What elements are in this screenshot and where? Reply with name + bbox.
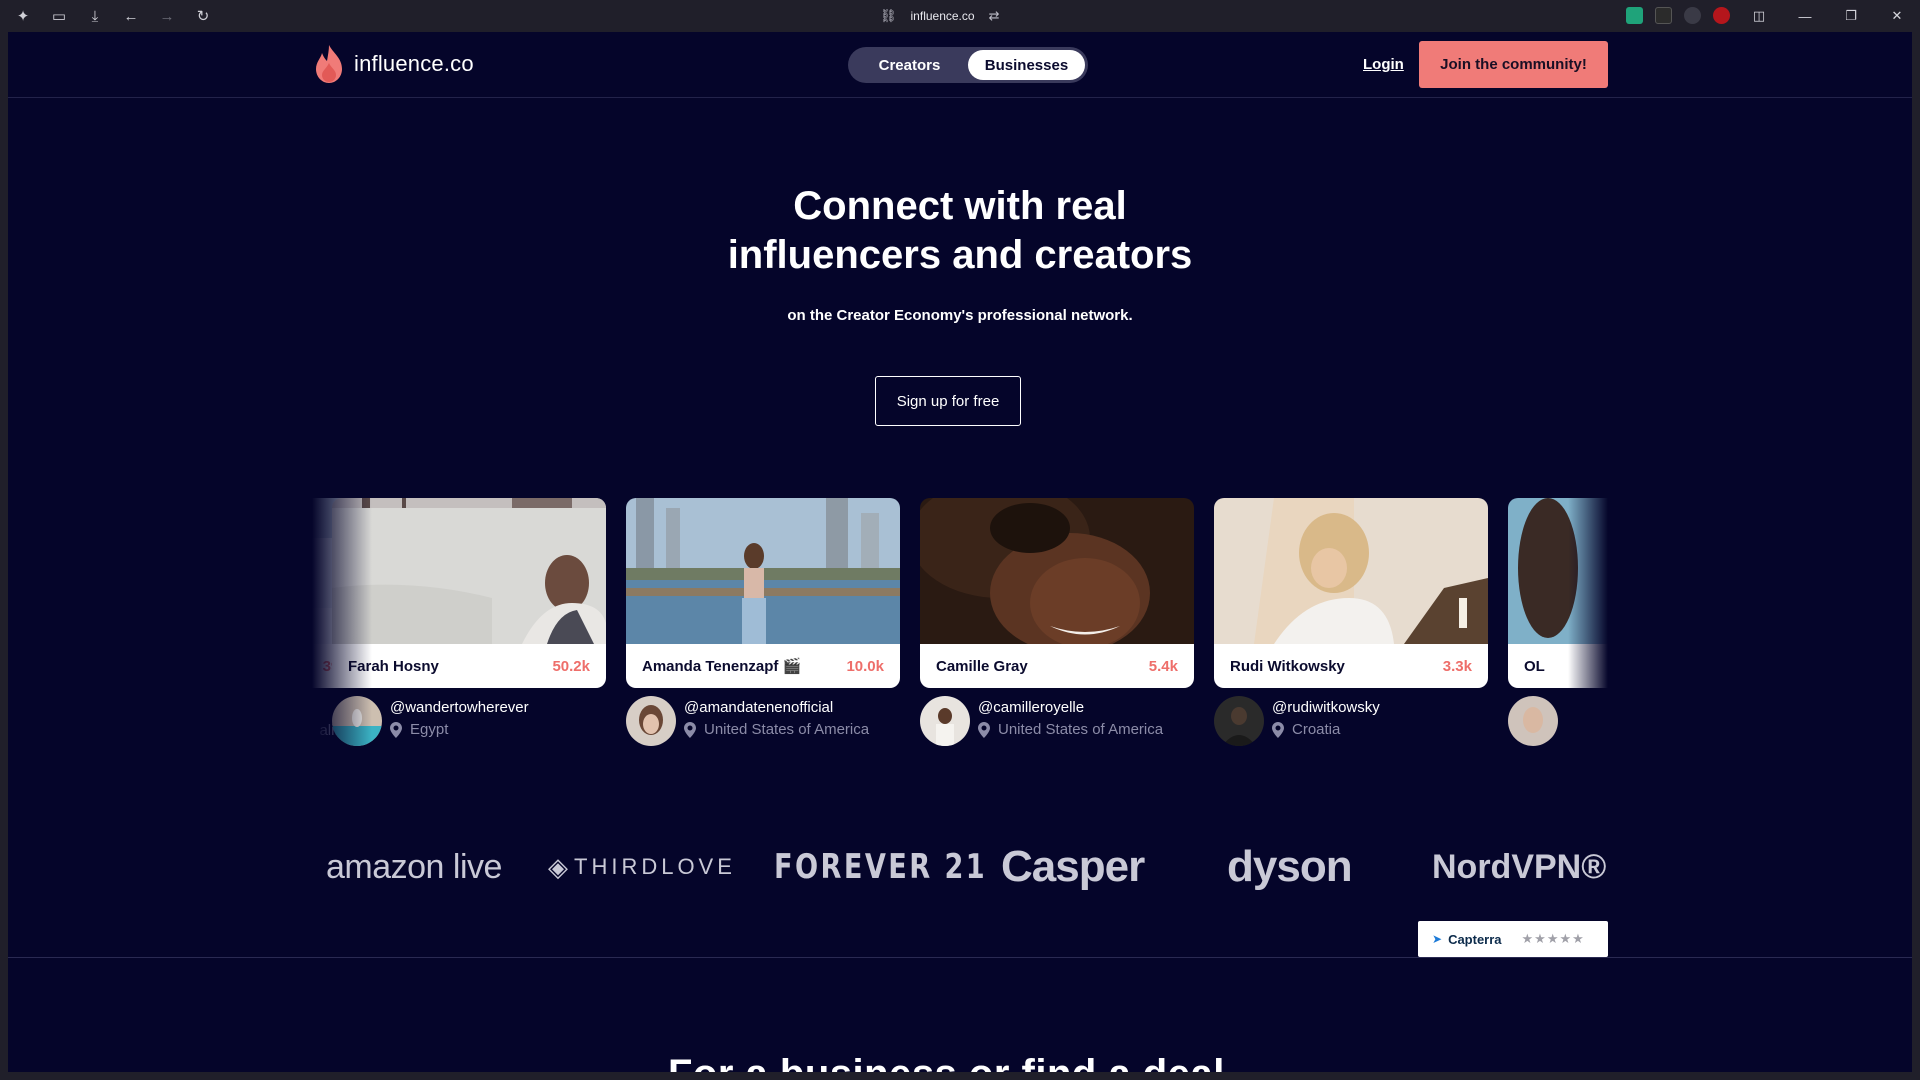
hero-subtitle: on the Creator Economy's professional ne… bbox=[787, 307, 1133, 324]
follower-count: 50.2k bbox=[552, 657, 590, 675]
window-bottom-edge bbox=[0, 1072, 1920, 1080]
creator-card[interactable]: Rudi Witkowsky 3.3k @rudiwitkowsky Croat… bbox=[1214, 498, 1488, 746]
dyson-text: dyson bbox=[1227, 842, 1353, 891]
forward-icon[interactable]: → bbox=[149, 0, 185, 32]
creator-name: Rudi Witkowsky bbox=[1230, 657, 1345, 675]
creator-photo bbox=[626, 498, 900, 644]
link-icon[interactable]: ⛓ bbox=[880, 8, 897, 24]
location-pin-icon bbox=[390, 721, 402, 738]
casper-text: Casper bbox=[1001, 842, 1145, 891]
workspaces-icon[interactable]: ✦ bbox=[5, 0, 41, 32]
dyson-logo: dyson bbox=[1227, 832, 1353, 902]
forever21-text: FOREVER 21 bbox=[774, 847, 988, 887]
location-pin-icon bbox=[684, 721, 696, 738]
toggle-businesses[interactable]: Businesses bbox=[968, 50, 1085, 80]
join-community-button[interactable]: Join the community! bbox=[1419, 41, 1608, 88]
site-settings-icon[interactable]: ⇄ bbox=[989, 8, 1000, 24]
toggle-creators[interactable]: Creators bbox=[851, 50, 968, 80]
amazon-live-logo: amazon live bbox=[326, 832, 502, 902]
carousel-fade-right bbox=[1568, 498, 1608, 788]
capterra-arrow-icon: ➤ bbox=[1432, 932, 1443, 946]
capterra-name: Capterra bbox=[1448, 931, 1502, 947]
thirdlove-mark-icon: ◈ bbox=[548, 851, 568, 882]
url-text[interactable]: influence.co bbox=[911, 9, 975, 23]
sidebar-toggle-icon[interactable]: ▭ bbox=[41, 0, 77, 32]
extension-icon[interactable] bbox=[1684, 7, 1701, 24]
creator-photo bbox=[920, 498, 1194, 644]
location-pin-icon bbox=[978, 721, 990, 738]
creator-handle[interactable]: @rudiwitkowsky bbox=[1272, 699, 1380, 716]
location-text: Egypt bbox=[410, 721, 449, 738]
minimize-icon[interactable]: — bbox=[1782, 0, 1828, 32]
reload-icon[interactable]: ↻ bbox=[185, 0, 221, 32]
follower-count: 5.4k bbox=[1148, 657, 1178, 675]
avatar[interactable] bbox=[920, 696, 970, 746]
hero-title-line-2: influencers and creators bbox=[727, 233, 1193, 277]
creator-handle[interactable]: @camilleroyelle bbox=[978, 699, 1163, 716]
creator-handle[interactable]: @wandertowherever bbox=[390, 699, 529, 716]
creator-handle[interactable]: @amandatenenofficial bbox=[684, 699, 869, 716]
location-text: Croatia bbox=[1292, 721, 1341, 738]
extensions-bar bbox=[1626, 7, 1730, 24]
thirdlove-logo: ◈ THIRDLOVE bbox=[548, 832, 736, 902]
location-text: United States of America bbox=[704, 721, 870, 738]
next-section-heading: For a business or find a deal bbox=[668, 1052, 1225, 1072]
carousel-fade-left bbox=[312, 498, 372, 788]
download-icon[interactable]: ⤓ bbox=[77, 0, 113, 32]
flame-icon bbox=[316, 45, 342, 83]
logo[interactable]: influence.co bbox=[312, 44, 474, 84]
ublock-icon[interactable] bbox=[1713, 7, 1730, 24]
hero-title-line-1: Connect with real bbox=[793, 184, 1127, 228]
hero-title: Connect with real influencers and creato… bbox=[608, 182, 1312, 280]
nordvpn-text: NordVPN® bbox=[1432, 847, 1607, 886]
brand-logos: amazon live ◈ THIRDLOVE FOREVER 21 Caspe… bbox=[312, 832, 1608, 902]
sign-up-button[interactable]: Sign up for free bbox=[875, 376, 1021, 426]
restore-icon[interactable]: ❐ bbox=[1828, 0, 1874, 32]
location-pin-icon bbox=[1272, 721, 1284, 738]
top-nav: influence.co Creators Businesses Login J… bbox=[8, 32, 1912, 98]
follower-count: 10.0k bbox=[846, 657, 884, 675]
location-text: United States of America bbox=[998, 721, 1164, 738]
window-controls: ◫ — ❐ ✕ bbox=[1736, 0, 1920, 32]
thirdlove-text: THIRDLOVE bbox=[574, 854, 736, 879]
casper-logo: Casper bbox=[1001, 832, 1145, 902]
star-rating: ★★★★★ bbox=[1521, 931, 1585, 946]
creator-card[interactable]: Camille Gray 5.4k @camilleroyelle United… bbox=[920, 498, 1194, 746]
browser-toolbar: ✦ ▭ ⤓ ← → ↻ ⛓ influence.co ⇄ ◫ — ❐ ✕ bbox=[0, 0, 1920, 32]
creator-card[interactable]: Farah Hosny 50.2k @wandertowherever Egyp… bbox=[332, 498, 606, 746]
forever21-logo: FOREVER 21 bbox=[774, 832, 987, 902]
address-bar[interactable]: ⛓ influence.co ⇄ bbox=[880, 6, 999, 26]
capterra-badge[interactable]: ➤ Capterra ★★★★★ bbox=[1418, 921, 1608, 957]
creator-name: Camille Gray bbox=[936, 657, 1028, 675]
amazon-live-text: amazon live bbox=[326, 847, 502, 886]
nordvpn-logo: NordVPN® bbox=[1432, 832, 1606, 902]
section-divider bbox=[8, 957, 1912, 958]
creator-carousel: 399k alifornia bbox=[312, 498, 1608, 788]
back-icon[interactable]: ← bbox=[113, 0, 149, 32]
creator-name: Amanda Tenenzapf 🎬 bbox=[642, 658, 802, 675]
creator-card[interactable]: Amanda Tenenzapf 🎬 10.0k @amandatenenoff… bbox=[626, 498, 900, 746]
logo-text: influence.co bbox=[354, 51, 474, 76]
creator-photo bbox=[1214, 498, 1488, 644]
creator-photo bbox=[332, 498, 606, 644]
avatar[interactable] bbox=[1508, 696, 1558, 746]
extension-icon[interactable] bbox=[1655, 7, 1672, 24]
creator-name: OL bbox=[1524, 657, 1545, 675]
avatar[interactable] bbox=[626, 696, 676, 746]
login-link[interactable]: Login bbox=[1363, 56, 1404, 73]
avatar[interactable] bbox=[1214, 696, 1264, 746]
follower-count: 3.3k bbox=[1442, 657, 1472, 675]
close-icon[interactable]: ✕ bbox=[1874, 0, 1920, 32]
extension-icon[interactable] bbox=[1626, 7, 1643, 24]
page: influence.co Creators Businesses Login J… bbox=[8, 32, 1912, 1072]
audience-toggle: Creators Businesses bbox=[848, 47, 1088, 83]
split-view-icon[interactable]: ◫ bbox=[1736, 0, 1782, 32]
